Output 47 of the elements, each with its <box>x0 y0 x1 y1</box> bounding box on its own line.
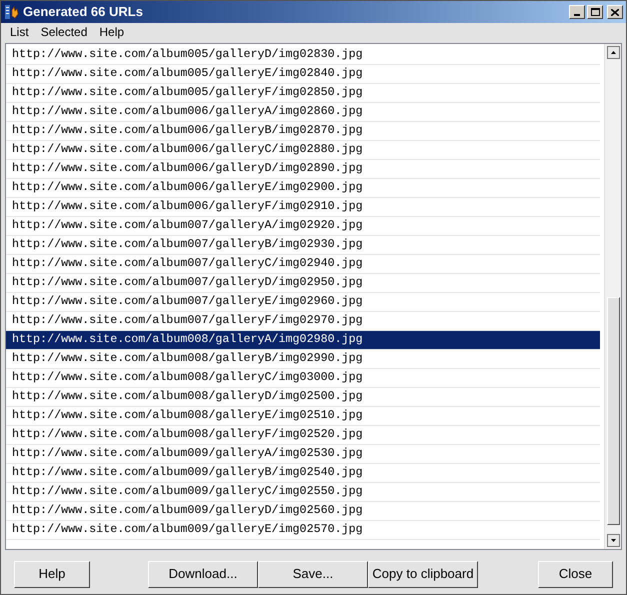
url-row[interactable]: http://www.site.com/album006/galleryA/img02860.jpg <box>6 103 600 122</box>
url-row[interactable]: http://www.site.com/album008/galleryB/img02990.jpg <box>6 350 600 369</box>
menu-item[interactable]: List <box>10 23 29 41</box>
url-row[interactable]: http://www.site.com/album005/galleryF/img02850.jpg <box>6 84 600 103</box>
url-row[interactable]: http://www.site.com/album006/galleryB/img02870.jpg <box>6 122 600 141</box>
copy-button[interactable]: Copy to clipboard <box>368 560 478 588</box>
url-row[interactable]: http://www.site.com/album007/galleryB/img02930.jpg <box>6 236 600 255</box>
maximize-icon <box>590 8 600 16</box>
maximize-button[interactable] <box>587 5 603 19</box>
url-row[interactable]: http://www.site.com/album007/galleryD/img02950.jpg <box>6 274 600 293</box>
menu-item[interactable]: Help <box>99 23 124 41</box>
down-arrow-icon <box>611 539 616 542</box>
url-row[interactable]: http://www.site.com/album009/galleryC/img02550.jpg <box>6 483 600 502</box>
close-icon <box>611 8 619 16</box>
url-row[interactable]: http://www.site.com/album006/galleryF/img02910.jpg <box>6 198 600 217</box>
app-icon <box>4 4 20 20</box>
url-row[interactable]: http://www.site.com/album007/galleryE/img02960.jpg <box>6 293 600 312</box>
menu-item[interactable]: Selected <box>40 23 88 41</box>
url-row[interactable]: http://www.site.com/album008/galleryD/img02500.jpg <box>6 388 600 407</box>
scrollbar[interactable] <box>604 44 621 549</box>
minimize-icon <box>574 14 580 16</box>
url-row[interactable]: http://www.site.com/album007/galleryC/img02940.jpg <box>6 255 600 274</box>
help-button[interactable]: Help <box>14 560 90 588</box>
url-row[interactable]: http://www.site.com/album006/galleryC/img02880.jpg <box>6 141 600 160</box>
url-row[interactable]: http://www.site.com/album008/galleryC/img03000.jpg <box>6 369 600 388</box>
url-row[interactable]: http://www.site.com/album006/galleryD/img02890.jpg <box>6 160 600 179</box>
url-row[interactable]: http://www.site.com/album008/galleryA/img02980.jpg <box>6 331 600 350</box>
save-button[interactable]: Save... <box>258 560 368 588</box>
url-row[interactable]: http://www.site.com/album005/galleryD/img02830.jpg <box>6 46 600 65</box>
url-row[interactable]: http://www.site.com/album009/galleryD/img02560.jpg <box>6 502 600 521</box>
url-row[interactable]: http://www.site.com/album006/galleryE/img02900.jpg <box>6 179 600 198</box>
url-row[interactable]: http://www.site.com/album009/galleryE/img02570.jpg <box>6 521 600 540</box>
scroll-down-button[interactable] <box>607 534 620 547</box>
minimize-button[interactable] <box>569 5 585 19</box>
close-button[interactable]: Close <box>538 560 613 588</box>
url-row[interactable]: http://www.site.com/album009/galleryB/img02540.jpg <box>6 464 600 483</box>
scroll-thumb[interactable] <box>607 297 620 525</box>
url-row[interactable]: http://www.site.com/album005/galleryE/img02840.jpg <box>6 65 600 84</box>
scroll-up-button[interactable] <box>607 46 620 59</box>
url-row[interactable]: http://www.site.com/album008/galleryE/img02510.jpg <box>6 407 600 426</box>
window-title: Generated 66 URLs <box>23 3 144 22</box>
up-arrow-icon <box>611 51 616 54</box>
url-row[interactable]: http://www.site.com/album007/galleryA/img02920.jpg <box>6 217 600 236</box>
download-button[interactable]: Download... <box>148 560 258 588</box>
close-button[interactable] <box>607 5 623 19</box>
url-row[interactable]: http://www.site.com/album009/galleryA/img02530.jpg <box>6 445 600 464</box>
url-row[interactable]: http://www.site.com/album008/galleryF/img02520.jpg <box>6 426 600 445</box>
